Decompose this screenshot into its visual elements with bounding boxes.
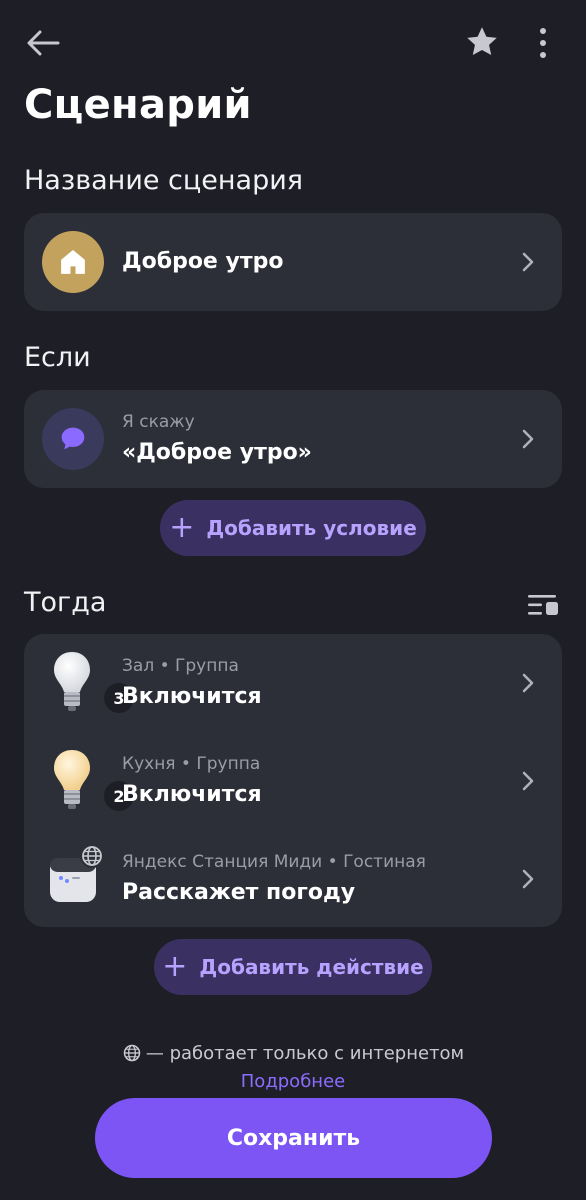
- chevron-right-icon: [522, 869, 534, 889]
- internet-badge: [80, 844, 104, 868]
- add-condition-label: Добавить условие: [206, 516, 417, 540]
- more-vertical-icon: [540, 28, 546, 58]
- condition-avatar: [42, 408, 104, 470]
- scenario-name-text: Доброе утро: [122, 249, 284, 274]
- condition-row[interactable]: Я скажу «Доброе утро»: [24, 390, 562, 488]
- chevron-right-icon: [522, 429, 534, 449]
- if-card: Я скажу «Доброе утро»: [24, 390, 562, 488]
- plus-icon: +: [169, 510, 195, 545]
- house-icon: [61, 250, 85, 274]
- arrow-left-icon: [27, 30, 60, 56]
- internet-note: — работает только с интернетом: [0, 1043, 586, 1064]
- action-row-speaker[interactable]: Яндекс Станция Миди • Гостиная Расскажет…: [24, 830, 562, 927]
- scenario-name-row[interactable]: Доброе утро: [24, 213, 562, 311]
- action-device: Зал • Группа: [122, 656, 239, 676]
- action-row-kitchen[interactable]: 2 Кухня • Группа Включится: [24, 732, 562, 830]
- chevron-right-icon: [522, 771, 534, 791]
- scenario-name-card: Доброе утро: [24, 213, 562, 311]
- star-icon: [467, 27, 497, 56]
- condition-phrase: «Доброе утро»: [122, 440, 312, 465]
- save-button[interactable]: Сохранить: [95, 1098, 492, 1178]
- chevron-right-icon: [522, 673, 534, 693]
- action-row-hall[interactable]: 3 Зал • Группа Включится: [24, 634, 562, 732]
- chat-bubble-icon: [61, 427, 85, 450]
- internet-note-text: — работает только с интернетом: [145, 1043, 465, 1064]
- globe-icon: [82, 846, 102, 866]
- if-heading: Если: [24, 342, 91, 373]
- list-settings-icon: [528, 595, 558, 615]
- lightbulb-cool-icon: [54, 652, 90, 711]
- page-title: Сценарий: [24, 82, 252, 128]
- sort-actions-button[interactable]: [526, 592, 560, 618]
- back-button[interactable]: [24, 28, 64, 58]
- plus-icon: +: [162, 949, 188, 984]
- more-options-button[interactable]: [530, 24, 556, 62]
- then-heading: Тогда: [24, 587, 107, 618]
- action-device: Яндекс Станция Миди • Гостиная: [122, 852, 426, 872]
- lightbulb-warm-icon: [54, 750, 90, 809]
- add-action-button[interactable]: + Добавить действие: [154, 939, 432, 995]
- scenario-avatar: [42, 231, 104, 293]
- add-action-label: Добавить действие: [199, 955, 424, 979]
- condition-type: Я скажу: [122, 412, 195, 432]
- globe-icon: [123, 1044, 141, 1062]
- more-info-link[interactable]: Подробнее: [0, 1071, 586, 1092]
- action-description: Включится: [122, 684, 262, 709]
- chevron-right-icon: [522, 252, 534, 272]
- add-condition-button[interactable]: + Добавить условие: [160, 500, 426, 556]
- action-description: Включится: [122, 782, 262, 807]
- favorite-button[interactable]: [464, 24, 500, 60]
- action-device: Кухня • Группа: [122, 754, 261, 774]
- actions-card: 3 Зал • Группа Включится 2 Кухня • Групп…: [24, 634, 562, 927]
- scenario-name-heading: Название сценария: [24, 165, 304, 196]
- action-description: Расскажет погоду: [122, 880, 356, 905]
